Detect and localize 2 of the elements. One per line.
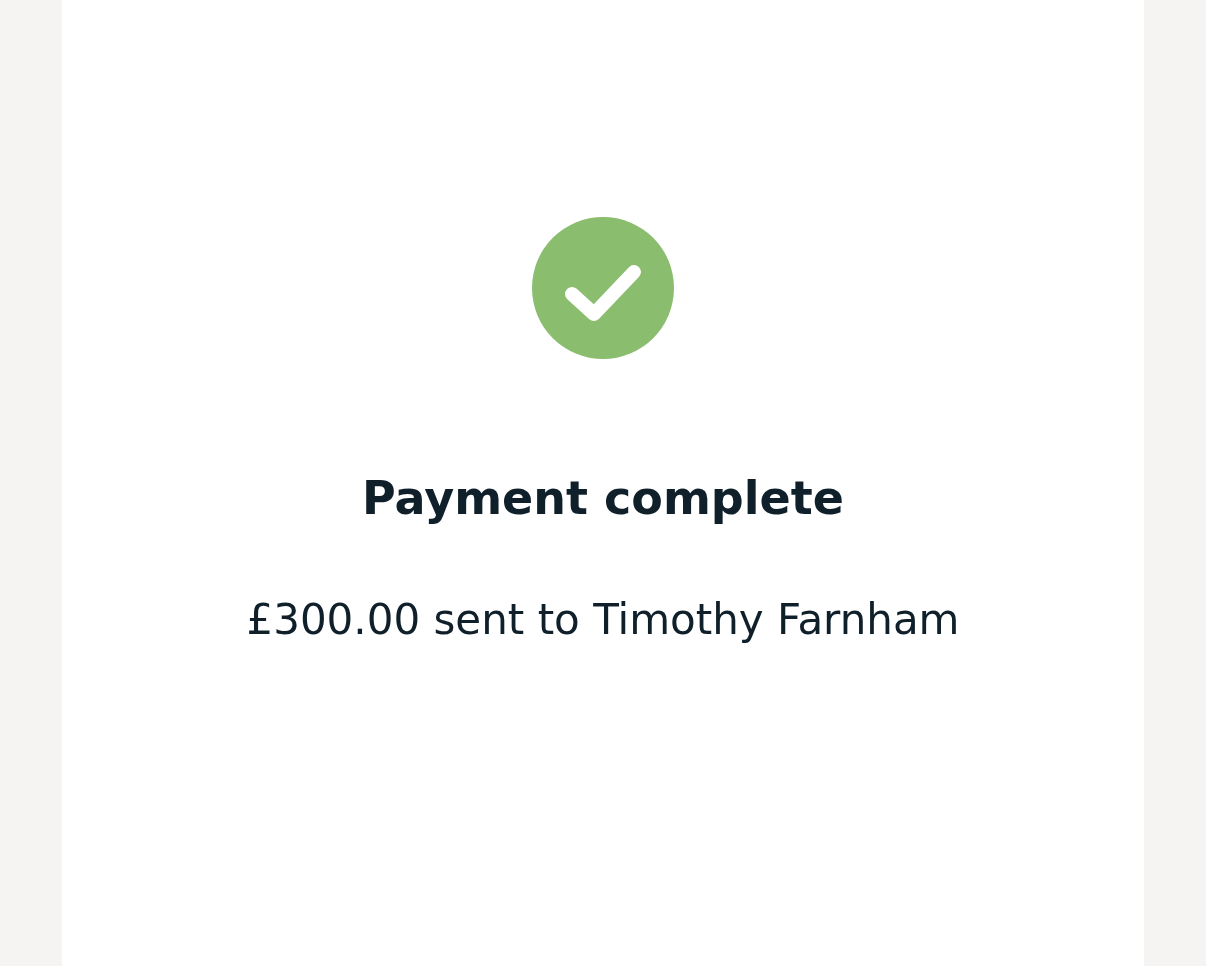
page-title: Payment complete [362,471,844,525]
payment-message: £300.00 sent to Timothy Farnham [246,595,960,644]
